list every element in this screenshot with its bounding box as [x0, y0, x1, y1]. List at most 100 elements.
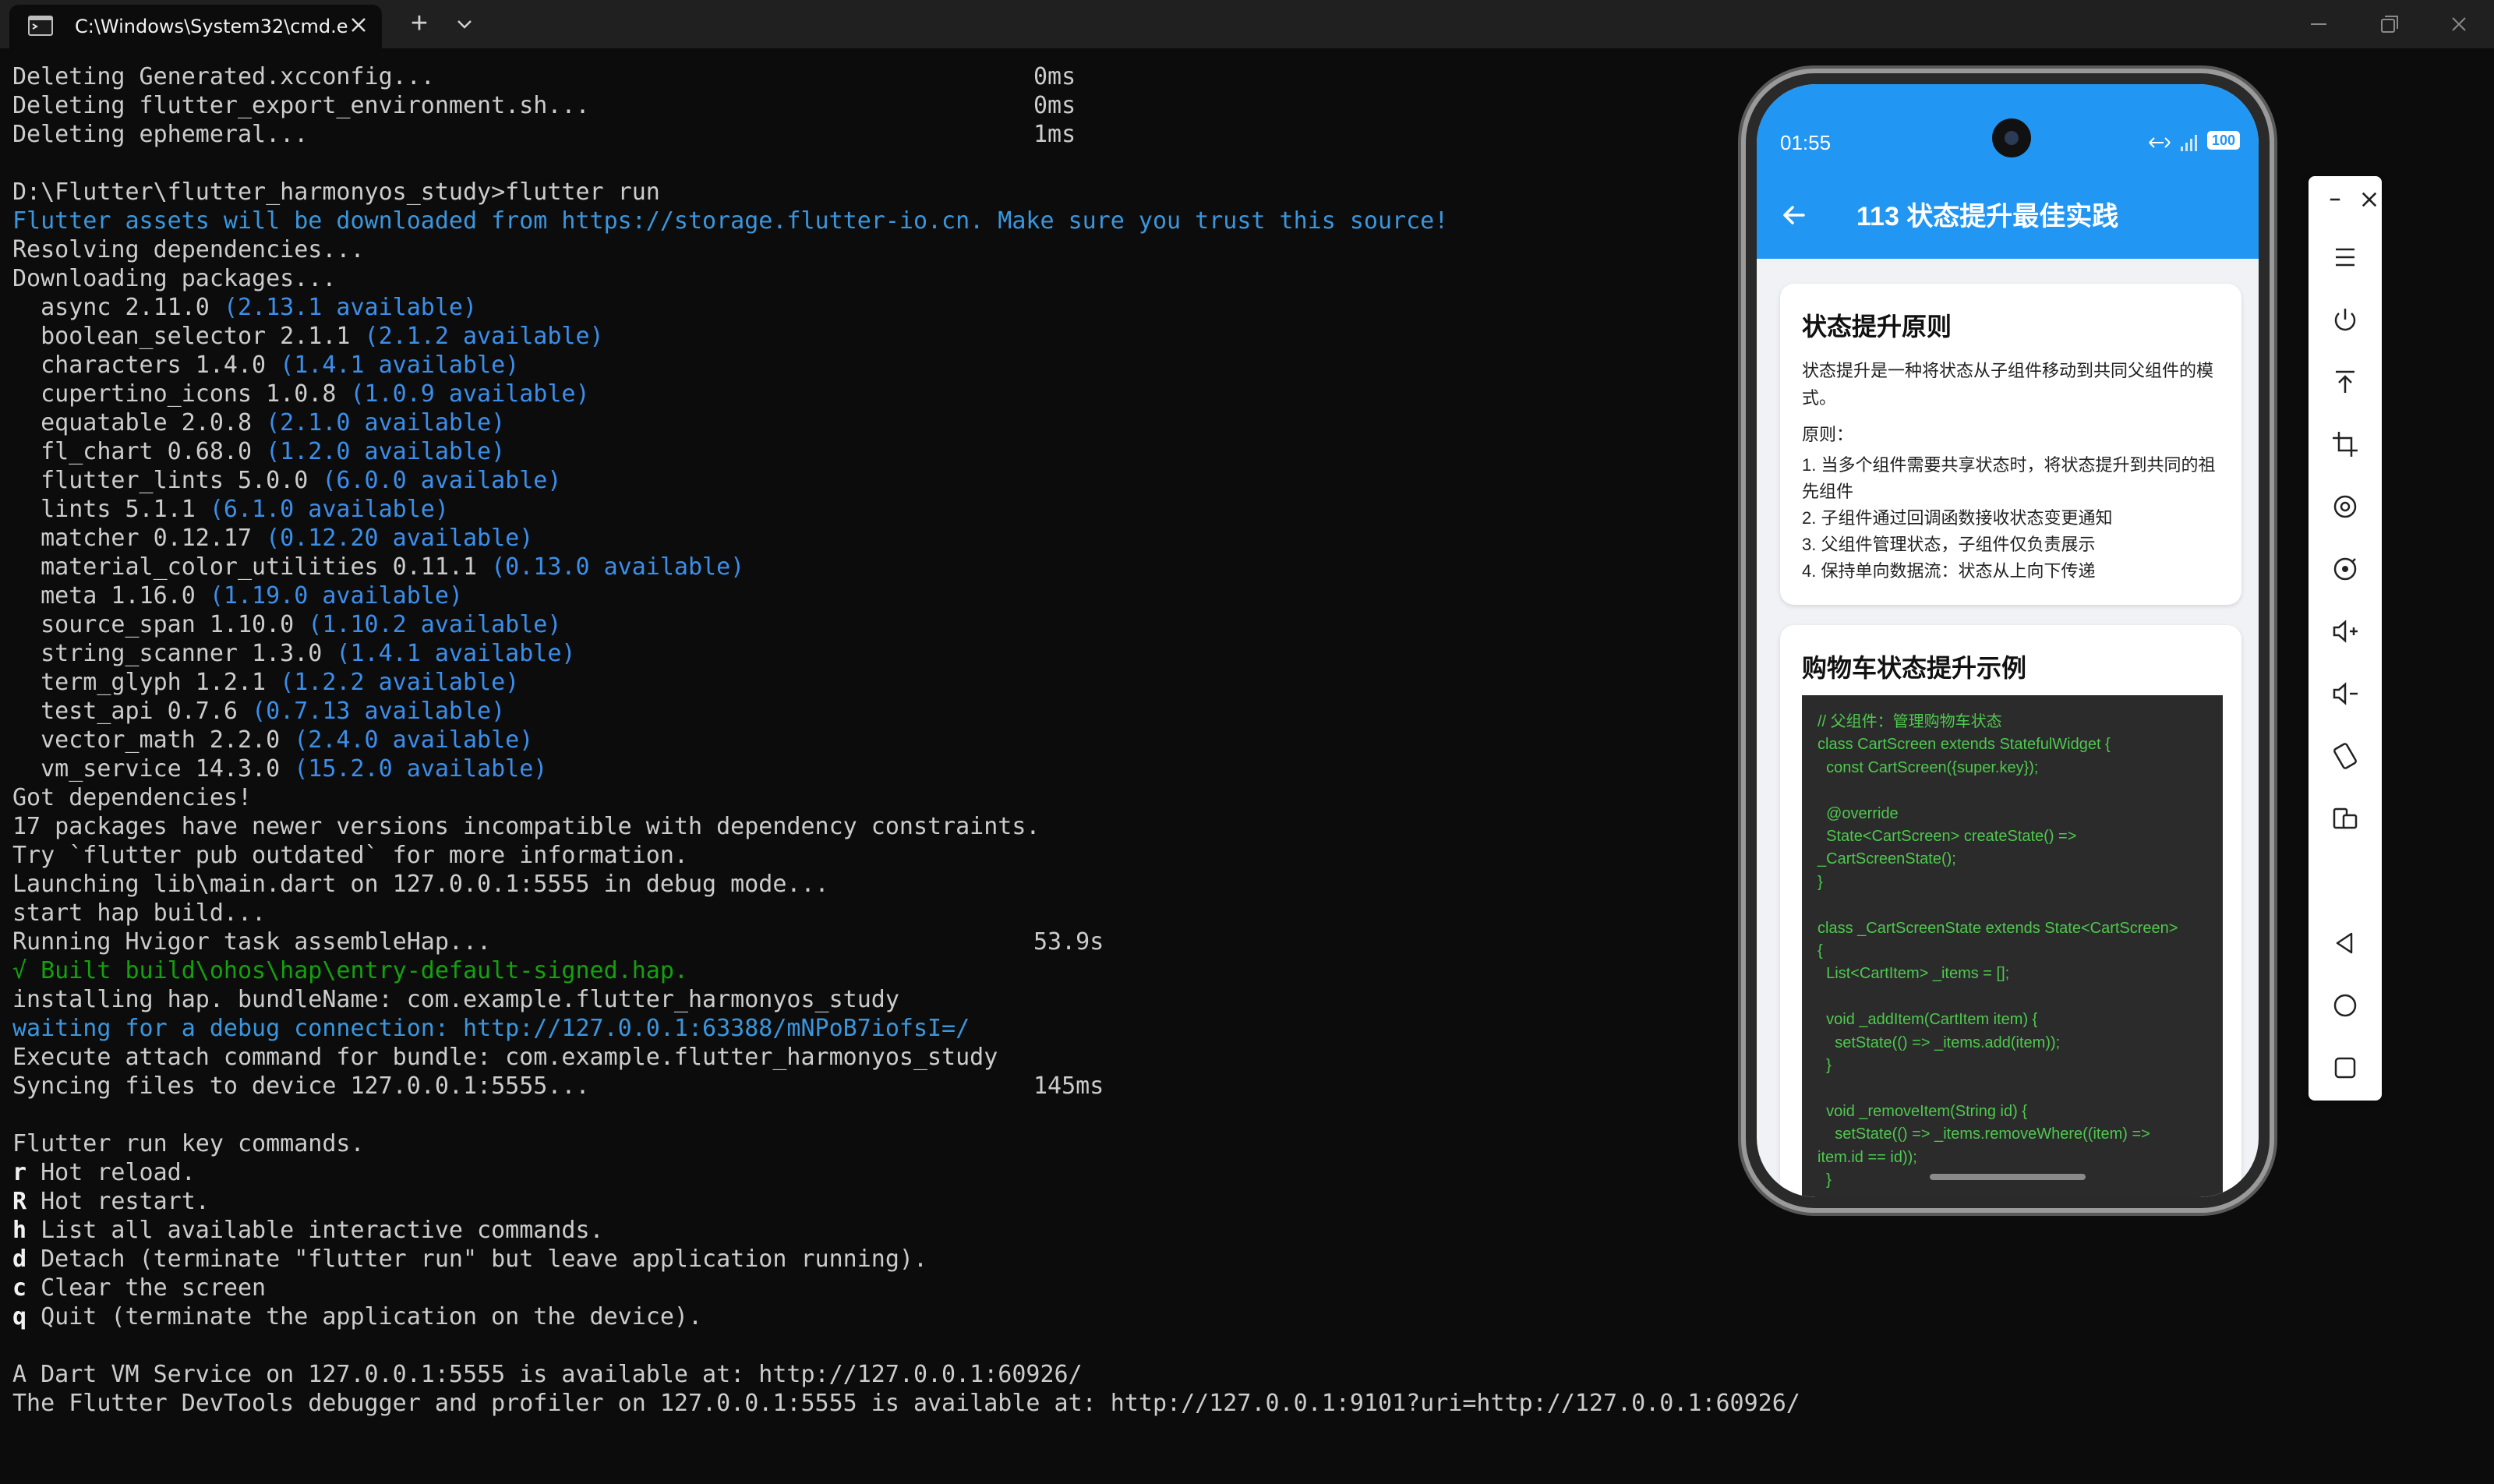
arrow-left-icon[interactable]: [1777, 198, 1811, 232]
close-tab-button[interactable]: [343, 9, 374, 41]
new-tab-button[interactable]: +: [402, 8, 436, 41]
rotate-device-icon: [2333, 743, 2357, 769]
terminal-text: Got dependencies!: [12, 784, 253, 811]
terminal-output[interactable]: Deleting Generated.xcconfig... 0ms Deletin…: [12, 62, 1800, 1418]
terminal-text: lints 5.1.1: [12, 496, 210, 523]
example-card: 购物车状态提升示例 // 父组件：管理购物车状态 class CartScree…: [1780, 625, 2241, 1197]
principle-card-title: 状态提升原则: [1802, 313, 1952, 341]
home-button[interactable]: [2322, 982, 2369, 1029]
minimize-icon: [2311, 23, 2326, 25]
recents-button[interactable]: [2322, 1044, 2369, 1091]
terminal-line: c Clear the screen: [12, 1274, 1712, 1302]
terminal-icon: [28, 16, 53, 36]
tab-cmd[interactable]: C:\Windows\System32\cmd.e: [9, 5, 382, 48]
phone-screen[interactable]: 01:55 100 113 状态提升最佳实践 状态提升原则 状态提升是一种将状态…: [1757, 84, 2259, 1197]
battery-indicator: 100: [2207, 131, 2240, 150]
terminal-text: Syncing files to device 127.0.0.1:5555..…: [12, 1072, 590, 1100]
terminal-text: d: [12, 1246, 27, 1273]
terminal-text: Flutter assets will be downloaded from h…: [12, 207, 1449, 235]
terminal-timing: 53.9s: [1033, 928, 1104, 956]
principle-card: 状态提升原则 状态提升是一种将状态从子组件移动到共同父组件的模式。 原则： 1.…: [1780, 284, 2241, 605]
terminal-line: lints 5.1.1 (6.1.0 available): [12, 495, 1712, 524]
terminal-line: The Flutter DevTools debugger and profil…: [12, 1389, 1800, 1418]
terminal-text: q: [12, 1303, 27, 1330]
back-button[interactable]: [2322, 920, 2369, 966]
rotate-icon: [2333, 495, 2357, 518]
terminal-line: material_color_utilities 0.11.1 (0.13.0 …: [12, 553, 1712, 581]
terminal-text: (1.4.1 available): [336, 640, 576, 667]
terminal-text: waiting for a debug connection: http://1…: [12, 1015, 970, 1042]
fold-button[interactable]: [2322, 795, 2369, 842]
terminal-line: Resolving dependencies...: [12, 235, 1712, 264]
terminal-text: Try `flutter pub outdated` for more info…: [12, 842, 688, 869]
terminal-line: vector_math 2.2.0 (2.4.0 available): [12, 726, 1712, 754]
code-block[interactable]: // 父组件：管理购物车状态 class CartScreen extends …: [1802, 695, 2223, 1197]
power-button[interactable]: [2322, 296, 2369, 343]
pin-top-icon: [2336, 370, 2354, 393]
pin-top-button[interactable]: [2322, 359, 2369, 405]
terminal-text: R: [12, 1188, 27, 1215]
terminal-line: Flutter assets will be downloaded from h…: [12, 207, 1712, 235]
terminal-text: (2.1.2 available): [364, 323, 604, 350]
menu-button[interactable]: [2322, 234, 2369, 281]
terminal-text: equatable 2.0.8: [12, 409, 267, 436]
terminal-text: A Dart VM Service on 127.0.0.1:5555 is a…: [12, 1361, 1083, 1388]
terminal-line: Downloading packages...: [12, 264, 1712, 293]
terminal-text: installing hap. bundleName: com.example.…: [12, 986, 899, 1013]
title-bar: C:\Windows\System32\cmd.e +: [0, 0, 2494, 48]
home-indicator[interactable]: [1930, 1174, 2086, 1180]
terminal-text: D:\Flutter\flutter_harmonyos_study>flutt…: [12, 178, 660, 206]
tab-dropdown-button[interactable]: [449, 8, 480, 41]
toolbar-minimize-button[interactable]: [2312, 176, 2346, 221]
rule-item: 2. 子组件通过回调函数接收状态变更通知: [1802, 508, 2113, 528]
crop-button[interactable]: [2322, 421, 2369, 468]
terminal-text: Launching lib\main.dart on 127.0.0.1:555…: [12, 871, 829, 898]
close-window-button[interactable]: [2424, 0, 2494, 48]
rule-item: 1. 当多个组件需要共享状态时，将状态提升到共同的祖先组件: [1802, 455, 2216, 501]
terminal-line: source_span 1.10.0 (1.10.2 available): [12, 610, 1712, 639]
terminal-line: q Quit (terminate the application on the…: [12, 1302, 1712, 1331]
terminal-line: Deleting Generated.xcconfig... 0ms: [12, 62, 1712, 91]
status-bar: 01:55 100: [1757, 84, 2259, 171]
terminal-line: Try `flutter pub outdated` for more info…: [12, 841, 1712, 870]
rotate-device-button[interactable]: [2322, 733, 2369, 779]
rules-list: 1. 当多个组件需要共享状态时，将状态提升到共同的祖先组件 2. 子组件通过回调…: [1802, 452, 2223, 585]
terminal-line: h List all available interactive command…: [12, 1216, 1712, 1245]
terminal-text: characters 1.4.0: [12, 352, 281, 379]
toolbar-close-button[interactable]: [2346, 176, 2380, 221]
rules-heading: 原则：: [1802, 425, 1854, 444]
fold-icon: [2333, 807, 2358, 829]
terminal-text: The Flutter DevTools debugger and profil…: [12, 1390, 1800, 1417]
terminal-text: 17 packages have newer versions incompat…: [12, 813, 1040, 840]
volume-down-button[interactable]: [2322, 670, 2369, 717]
terminal-text: fl_chart 0.68.0: [12, 438, 267, 465]
menu-icon: [2336, 248, 2354, 267]
screenshot-icon: [2333, 557, 2357, 581]
emulator-toolbar: [2309, 176, 2382, 1101]
terminal-line: waiting for a debug connection: http://1…: [12, 1014, 1712, 1043]
terminal-text: flutter_lints 5.0.0: [12, 467, 323, 494]
close-icon: [2362, 192, 2377, 207]
terminal-line: fl_chart 0.68.0 (1.2.0 available): [12, 437, 1712, 466]
screenshot-button[interactable]: [2322, 546, 2369, 592]
terminal-text: Detach (terminate "flutter run" but leav…: [26, 1246, 927, 1273]
maximize-button[interactable]: [2354, 0, 2424, 48]
terminal-line: Deleting ephemeral... 1ms: [12, 120, 1712, 149]
rotate-button[interactable]: [2322, 483, 2369, 530]
terminal-text: Running Hvigor task assembleHap...: [12, 928, 492, 956]
terminal-text: Hot restart.: [26, 1188, 210, 1215]
terminal-timing: 0ms: [1033, 63, 1076, 90]
crop-icon: [2333, 432, 2358, 457]
terminal-line: term_glyph 1.2.1 (1.2.2 available): [12, 668, 1712, 697]
terminal-line: 17 packages have newer versions incompat…: [12, 812, 1712, 841]
volume-up-button[interactable]: [2322, 608, 2369, 655]
terminal-text: material_color_utilities 0.11.1: [12, 553, 492, 581]
minimize-button[interactable]: [2284, 0, 2354, 48]
terminal-text: Deleting flutter_export_environment.sh..…: [12, 92, 590, 119]
volume-up-icon: [2333, 620, 2358, 643]
terminal-text: Resolving dependencies...: [12, 236, 365, 263]
power-icon: [2334, 309, 2356, 331]
terminal-line: r Hot reload.: [12, 1158, 1712, 1187]
terminal-text: string_scanner 1.3.0: [12, 640, 337, 667]
